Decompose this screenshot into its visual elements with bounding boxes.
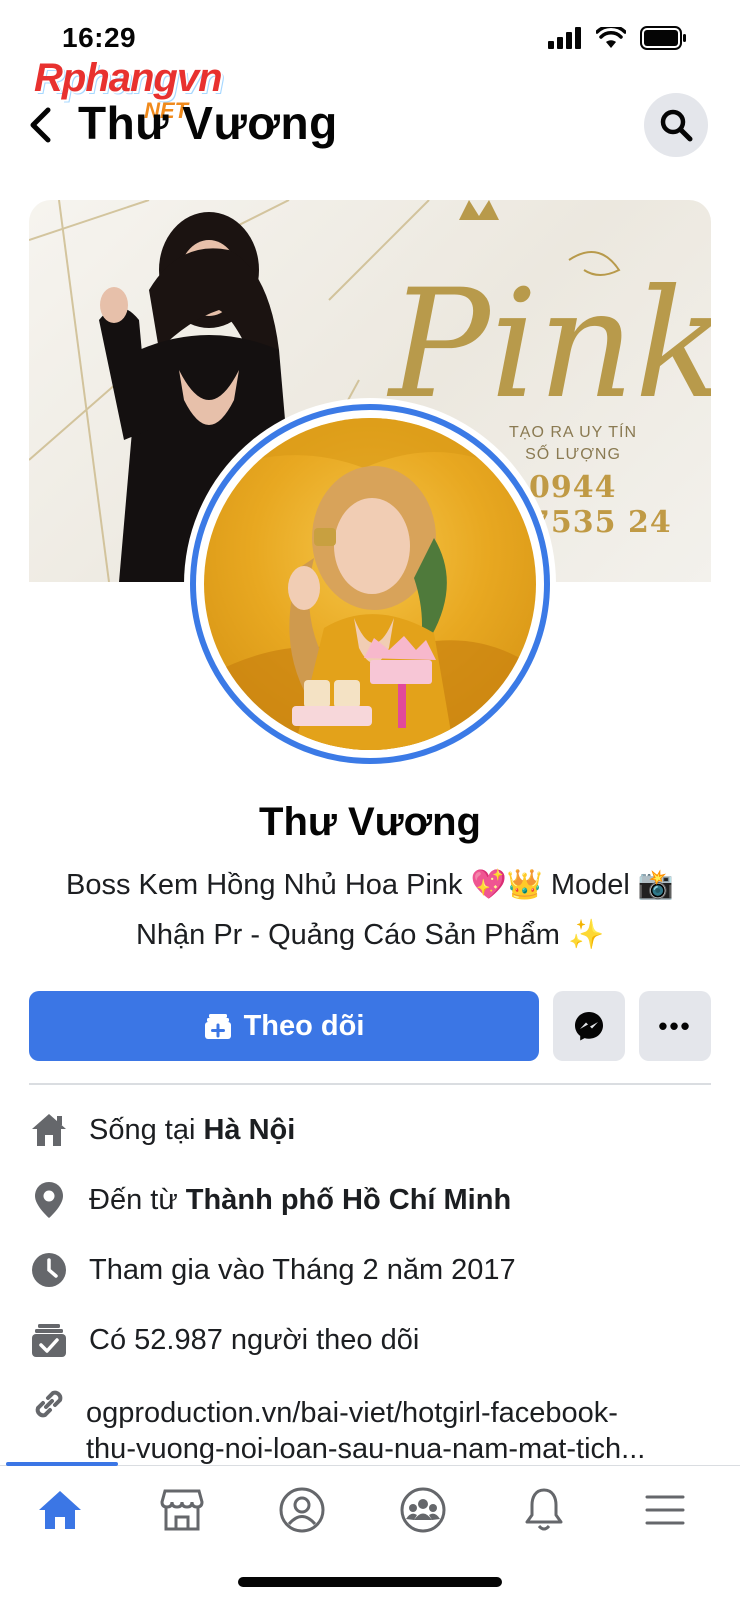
tab-groups[interactable] [393, 1480, 453, 1540]
follow-button-label: Theo dõi [243, 1009, 365, 1042]
watermark-main-text: Rphangvn [34, 56, 223, 100]
home-icon [39, 1491, 81, 1529]
cover-slogan-line2: SỐ LƯỢNG [525, 446, 621, 463]
website-link-line1: ogproduction.vn/bai-viet/hotgirl-faceboo… [86, 1397, 618, 1429]
location-pin-icon [29, 1180, 69, 1220]
page-title: Thư Vương [78, 97, 338, 149]
link-icon [29, 1384, 69, 1424]
cover-brand-script: Pink [389, 258, 711, 432]
tab-notifications[interactable] [514, 1480, 574, 1540]
chevron-left-icon [30, 107, 51, 143]
avatar[interactable] [204, 418, 536, 750]
profile-name: Thư Vương [259, 800, 481, 844]
menu-icon [645, 1495, 685, 1525]
lives-value[interactable]: Hà Nội [203, 1114, 295, 1147]
tab-menu[interactable] [635, 1480, 695, 1540]
bio-line-2: Nhận Pr - Quảng Cáo Sản Phẩm ✨ [135, 919, 605, 951]
lives-prefix: Sống tại [89, 1113, 204, 1146]
messenger-button[interactable] [553, 991, 625, 1061]
profile-icon [279, 1487, 325, 1533]
search-button[interactable] [644, 93, 708, 157]
wifi-icon [596, 27, 626, 48]
tab-profile[interactable] [272, 1480, 332, 1540]
back-button[interactable] [22, 104, 58, 146]
followers-icon [29, 1320, 69, 1360]
detail-lives-in: Sống tại Hà Nội [29, 1104, 719, 1156]
messenger-icon [575, 1012, 603, 1041]
home-indicator [238, 1577, 502, 1587]
avatar-artwork [204, 418, 536, 750]
status-time: 16:29 [62, 22, 137, 53]
detail-followers: Có 52.987 người theo dõi [29, 1314, 719, 1366]
from-prefix: Đến từ [89, 1183, 186, 1216]
bottom-tab-bar [0, 1465, 740, 1566]
battery-icon [640, 26, 686, 50]
search-icon [660, 109, 693, 142]
follow-button[interactable]: Theo dõi [29, 991, 539, 1061]
marketplace-icon [160, 1489, 204, 1531]
tab-home[interactable] [30, 1480, 90, 1540]
groups-icon [400, 1487, 446, 1533]
home-detail-icon [29, 1110, 69, 1150]
follow-icon [204, 1014, 231, 1039]
website-link-line2: thu-vuong-noi-loan-sau-nua-nam-mat-tich.… [86, 1433, 646, 1465]
status-icons [548, 26, 688, 50]
joined-text: Tham gia vào Tháng 2 năm 2017 [89, 1253, 516, 1286]
bio-line-1: Boss Kem Hồng Nhủ Hoa Pink 💖👑 Model 📸 [65, 869, 674, 901]
signal-icon [548, 27, 581, 49]
active-tab-indicator [6, 1462, 118, 1466]
more-options-button[interactable]: ••• [639, 991, 711, 1061]
clock-icon [29, 1250, 69, 1290]
detail-from: Đến từ Thành phố Hồ Chí Minh [29, 1174, 719, 1226]
detail-joined: Tham gia vào Tháng 2 năm 2017 [29, 1244, 719, 1296]
followers-text: Có 52.987 người theo dõi [89, 1323, 420, 1356]
cover-slogan-line1: TẠO RA UY TÍN [509, 424, 637, 441]
cover-slogan: TẠO RA UY TÍN SỐ LƯỢNG [509, 422, 637, 466]
cover-phone-number: 0944 7535 24 [529, 470, 672, 540]
tab-marketplace[interactable] [152, 1480, 212, 1540]
notifications-icon [525, 1488, 563, 1531]
website-link[interactable]: ogproduction.vn/bai-viet/hotgirl-faceboo… [86, 1395, 706, 1467]
from-value[interactable]: Thành phố Hồ Chí Minh [186, 1184, 511, 1217]
divider [29, 1083, 711, 1085]
